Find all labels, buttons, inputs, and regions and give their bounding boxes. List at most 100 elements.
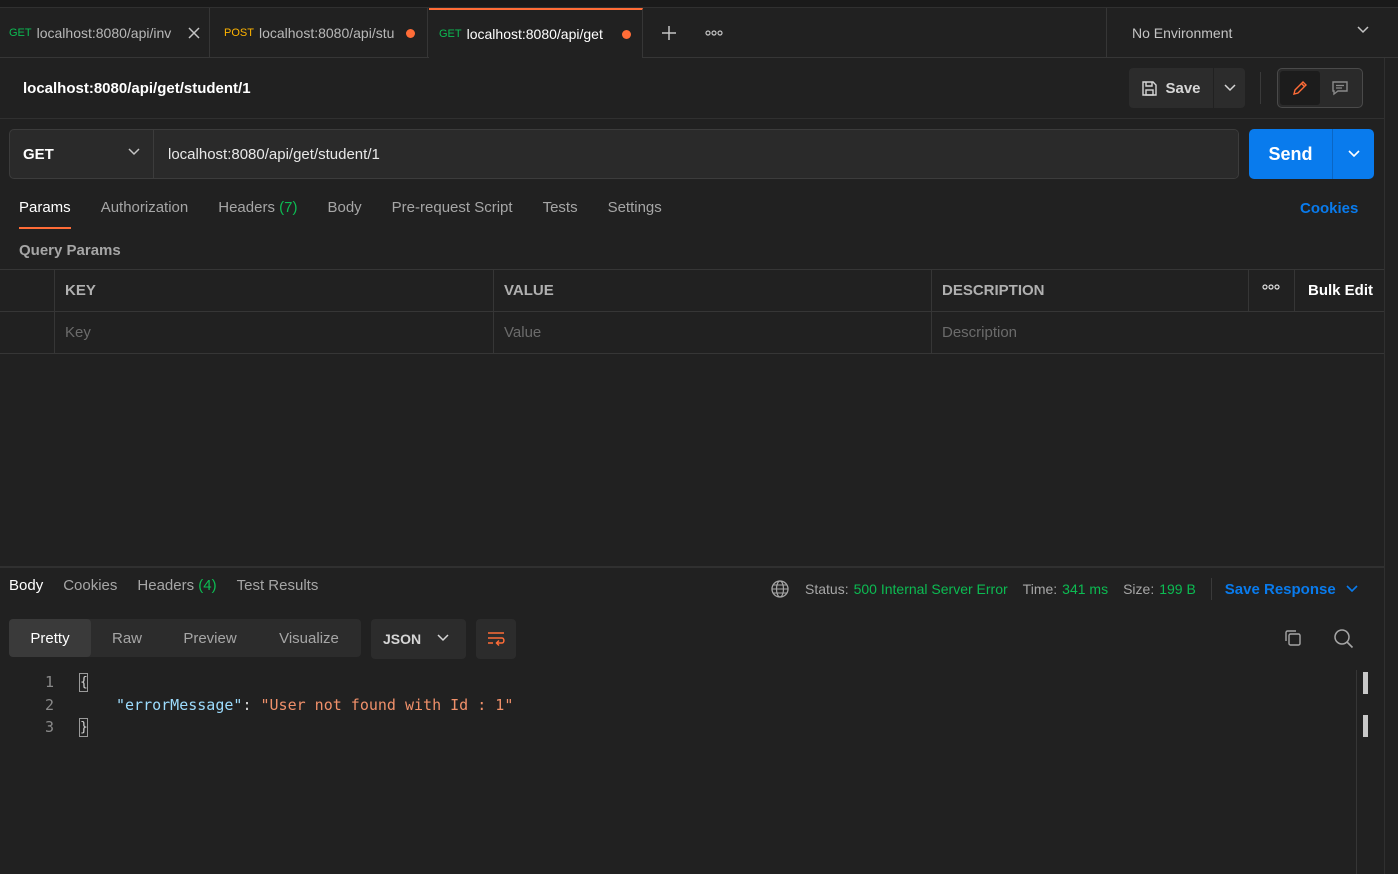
chevron-down-icon <box>1346 585 1358 593</box>
comment-icon[interactable] <box>1320 71 1360 105</box>
save-button[interactable]: Save <box>1129 68 1214 108</box>
bulk-edit-button[interactable]: Bulk Edit <box>1308 270 1373 311</box>
time-value[interactable]: 341 ms <box>1062 581 1108 597</box>
json-key: "errorMessage" <box>116 696 243 714</box>
send-button[interactable]: Send <box>1249 129 1333 179</box>
save-label: Save <box>1165 79 1201 97</box>
divider <box>54 270 55 354</box>
wrap-lines-icon[interactable] <box>476 619 516 659</box>
divider <box>493 270 494 354</box>
format-select[interactable]: JSON <box>371 619 466 659</box>
save-dropdown-chevron-icon[interactable] <box>1214 68 1245 108</box>
edit-pencil-icon[interactable] <box>1280 71 1320 105</box>
save-icon <box>1141 80 1158 97</box>
code-line: 1 { <box>0 671 88 693</box>
chevron-down-icon <box>128 148 140 156</box>
tab-title: localhost:8080/api/stu <box>258 25 395 41</box>
tab-authorization[interactable]: Authorization <box>101 196 189 232</box>
tab-body[interactable]: Body <box>327 196 361 232</box>
json-colon: : <box>242 696 261 714</box>
send-dropdown-chevron-icon[interactable] <box>1333 129 1374 179</box>
mode-toggle <box>1277 68 1363 108</box>
send-button-group: Send <box>1249 129 1374 179</box>
chevron-down-icon <box>437 634 449 642</box>
window-top-strip <box>0 0 1398 8</box>
url-bar: GET <box>9 129 1239 179</box>
save-button-group: Save <box>1129 68 1245 108</box>
response-tab-test-results[interactable]: Test Results <box>237 577 319 603</box>
scrollbar-marker[interactable] <box>1363 715 1368 737</box>
request-tabs: Params Authorization Headers (7) Body Pr… <box>19 196 692 232</box>
more-tabs-icon[interactable] <box>700 20 728 46</box>
tab-title: localhost:8080/api/get <box>466 26 603 42</box>
unsaved-dot-icon <box>621 29 631 39</box>
description-input[interactable]: Description <box>931 312 1371 353</box>
key-input[interactable]: Key <box>54 312 493 353</box>
new-tab-plus-icon[interactable] <box>656 20 682 46</box>
table-more-icon[interactable] <box>1262 284 1280 290</box>
size-label: Size: <box>1123 581 1155 597</box>
environment-label: No Environment <box>1132 25 1233 41</box>
response-meta: Status: 500 Internal Server Error Time: … <box>770 578 1358 600</box>
response-view-selector: Pretty Raw Preview Visualize <box>9 619 361 657</box>
response-pane-resize-handle[interactable] <box>0 566 1384 568</box>
tab-method: GET <box>439 28 462 40</box>
tab-headers[interactable]: Headers (7) <box>218 196 297 232</box>
json-value: "User not found with Id : 1" <box>260 696 514 714</box>
right-sidebar-edge <box>1384 58 1398 874</box>
tab-tests[interactable]: Tests <box>543 196 578 232</box>
method-value: GET <box>23 145 54 163</box>
headers-count: (7) <box>279 199 298 216</box>
response-headers-count: (4) <box>198 577 217 594</box>
tab-prerequest-script[interactable]: Pre-request Script <box>392 196 513 232</box>
divider <box>1248 270 1249 312</box>
column-header-value: VALUE <box>504 282 554 299</box>
column-header-key: KEY <box>65 282 96 299</box>
request-tab-2[interactable]: POST localhost:8080/api/stu <box>214 8 428 58</box>
response-tab-body[interactable]: Body <box>9 577 43 603</box>
tab-settings[interactable]: Settings <box>608 196 662 232</box>
url-input[interactable] <box>154 130 1238 178</box>
divider <box>0 118 1384 119</box>
view-visualize[interactable]: Visualize <box>257 619 361 657</box>
response-tab-headers[interactable]: Headers (4) <box>137 577 216 603</box>
method-select[interactable]: GET <box>10 130 154 178</box>
close-icon[interactable] <box>188 27 200 39</box>
value-input[interactable]: Value <box>493 312 931 353</box>
view-preview[interactable]: Preview <box>163 619 257 657</box>
tab-title: localhost:8080/api/inv <box>36 25 172 41</box>
unsaved-dot-icon <box>405 28 415 38</box>
copy-icon[interactable] <box>1283 628 1303 648</box>
query-params-table: KEY VALUE DESCRIPTION Bulk Edit Key Valu… <box>0 269 1384 354</box>
request-title[interactable]: localhost:8080/api/get/student/1 <box>23 80 251 97</box>
tab-headers-label: Headers <box>218 199 275 216</box>
save-response-button[interactable]: Save Response <box>1225 581 1358 598</box>
divider <box>1260 72 1261 104</box>
view-raw[interactable]: Raw <box>91 619 163 657</box>
column-header-description: DESCRIPTION <box>942 282 1045 299</box>
scrollbar-marker[interactable] <box>1363 672 1368 694</box>
globe-icon[interactable] <box>770 579 790 599</box>
chevron-down-icon <box>1357 26 1369 34</box>
tab-params[interactable]: Params <box>19 196 71 232</box>
status-value[interactable]: 500 Internal Server Error <box>854 581 1008 597</box>
tab-method: GET <box>9 27 32 39</box>
table-row: Key Value Description <box>0 312 1384 354</box>
request-tab-1[interactable]: GET localhost:8080/api/inv <box>0 8 210 58</box>
line-number: 1 <box>44 673 54 691</box>
view-pretty[interactable]: Pretty <box>9 619 91 657</box>
environment-selector[interactable]: No Environment <box>1106 8 1398 58</box>
query-params-label: Query Params <box>19 242 121 259</box>
cookies-link[interactable]: Cookies <box>1300 200 1358 217</box>
open-brace: { <box>79 673 88 692</box>
close-brace: } <box>79 718 88 737</box>
response-body-editor[interactable]: 1 { 2 "errorMessage": "User not found wi… <box>0 670 1356 874</box>
code-line: 2 "errorMessage": "User not found with I… <box>0 694 513 716</box>
divider <box>931 270 932 354</box>
response-tabs: Body Cookies Headers (4) Test Results <box>9 577 338 603</box>
search-icon[interactable] <box>1333 628 1354 649</box>
request-tab-3[interactable]: GET localhost:8080/api/get <box>429 8 643 58</box>
time-label: Time: <box>1022 581 1058 597</box>
size-value[interactable]: 199 B <box>1159 581 1196 597</box>
response-tab-cookies[interactable]: Cookies <box>63 577 117 603</box>
